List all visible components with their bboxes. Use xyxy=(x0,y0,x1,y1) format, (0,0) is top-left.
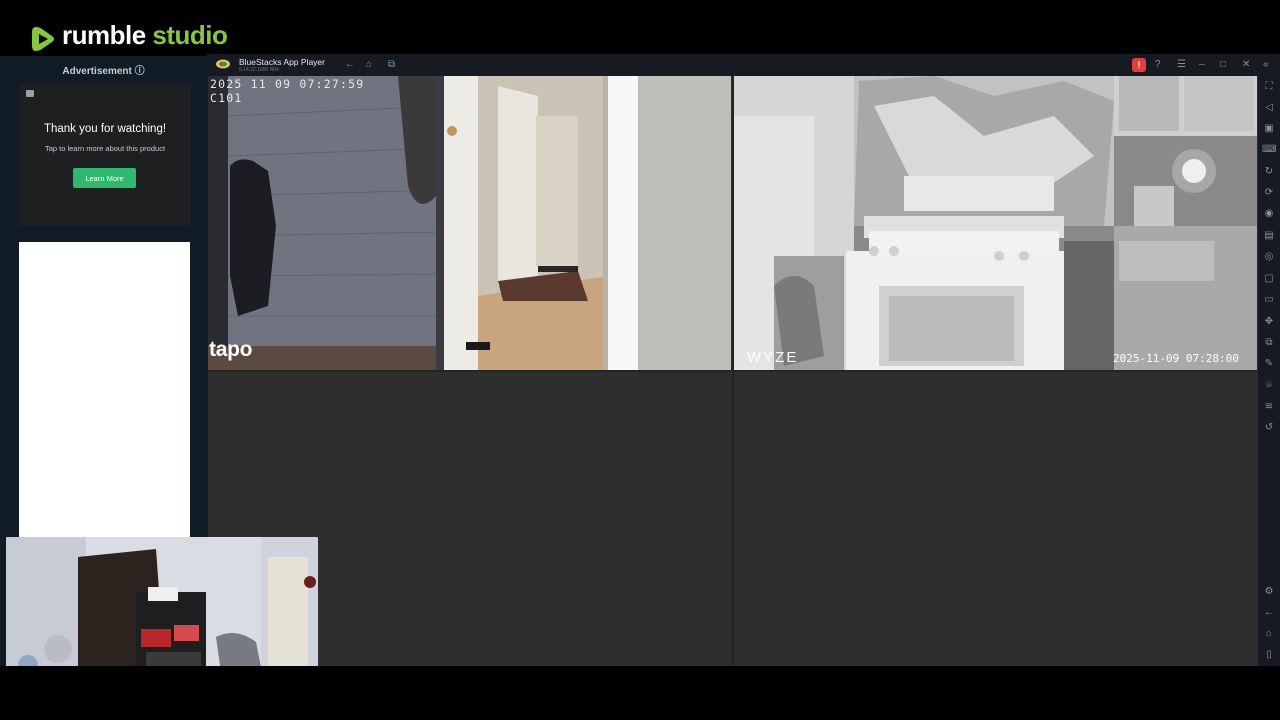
macro-icon[interactable]: ▢ xyxy=(1262,272,1276,286)
bottom-bar xyxy=(0,666,1280,720)
ad-header: Advertisement ⓘ xyxy=(62,66,145,77)
layers-icon[interactable]: ≋ xyxy=(1262,400,1276,414)
camera-feed-1-image xyxy=(208,76,731,370)
rumble-wordmark: rumble studio xyxy=(62,20,228,51)
apk-install-icon[interactable]: ▤ xyxy=(1262,229,1276,243)
ad-subtitle: Tap to learn more about this product xyxy=(44,144,166,153)
eco-mode-icon[interactable]: ✎ xyxy=(1262,357,1276,371)
back-icon[interactable]: ← xyxy=(1262,606,1276,620)
menu-icon[interactable]: ☰ xyxy=(1177,59,1186,71)
alert-icon[interactable]: ! xyxy=(1132,58,1146,72)
gamepad-icon[interactable]: ◉ xyxy=(1262,207,1276,221)
screen-record-icon[interactable]: ▣ xyxy=(1262,122,1276,136)
media-folder-icon[interactable]: ▭ xyxy=(1262,293,1276,307)
sync-icon[interactable]: ⟳ xyxy=(1262,186,1276,200)
collapse-sidebar-icon[interactable]: « xyxy=(1263,59,1269,71)
rotate-icon[interactable]: ↻ xyxy=(1262,165,1276,179)
help-icon[interactable]: ? xyxy=(1155,59,1161,71)
camera-2-brand: WYZE xyxy=(747,349,799,366)
minimize-icon[interactable]: – xyxy=(1199,59,1205,71)
back-icon[interactable]: ← xyxy=(345,59,355,71)
bluestacks-logo-icon xyxy=(216,59,230,69)
camera-feed-2[interactable] xyxy=(734,76,1257,370)
ad-card[interactable] xyxy=(20,84,190,226)
camera-feed-1[interactable] xyxy=(208,76,731,370)
grid-divider-horizontal xyxy=(208,370,1258,372)
camera-2-timestamp: 2025-11-09 07:28:00 xyxy=(1113,352,1239,365)
home-icon[interactable]: ⌂ xyxy=(1262,627,1276,641)
fullscreen-icon[interactable]: ⛶ xyxy=(1262,80,1276,94)
ad-title: Thank you for watching! xyxy=(43,123,167,135)
learn-more-button[interactable]: Learn More xyxy=(73,168,136,188)
brand-rumble-text: rumble xyxy=(62,20,146,50)
settings-icon[interactable]: ⚙ xyxy=(1262,585,1276,599)
ad-placeholder xyxy=(19,242,190,542)
location-icon[interactable]: ⌾ xyxy=(1262,379,1276,393)
ad-badge-icon xyxy=(26,90,34,97)
camera-1-brand: tapo xyxy=(209,338,253,361)
camera-feed-2-image xyxy=(734,76,1257,370)
refresh-icon[interactable]: ↺ xyxy=(1262,421,1276,435)
keyboard-icon[interactable]: ⌨ xyxy=(1262,143,1276,157)
home-icon[interactable]: ⌂ xyxy=(366,59,372,71)
brand-studio-text: studio xyxy=(152,20,228,50)
camera-1-id: C101 xyxy=(210,91,243,105)
volume-icon[interactable]: ◁ xyxy=(1262,101,1276,115)
multi-instance-icon[interactable]: ⧉ xyxy=(388,59,395,71)
camera-1-timestamp: 2025 11 09 07:27:59 xyxy=(210,77,365,91)
rumble-logo-icon xyxy=(32,27,54,51)
bluestacks-title: BlueStacks App Player xyxy=(239,57,325,67)
recent-apps-icon[interactable]: ▯ xyxy=(1262,648,1276,662)
close-icon[interactable]: ✕ xyxy=(1242,59,1250,71)
screenshot-icon[interactable]: ◎ xyxy=(1262,250,1276,264)
maximize-icon[interactable]: □ xyxy=(1220,59,1226,71)
bluestacks-version: 5.14.22.1005 N64 xyxy=(239,67,279,73)
shake-icon[interactable]: ✥ xyxy=(1262,315,1276,329)
multi-instance-icon[interactable]: ⧉ xyxy=(1262,336,1276,350)
